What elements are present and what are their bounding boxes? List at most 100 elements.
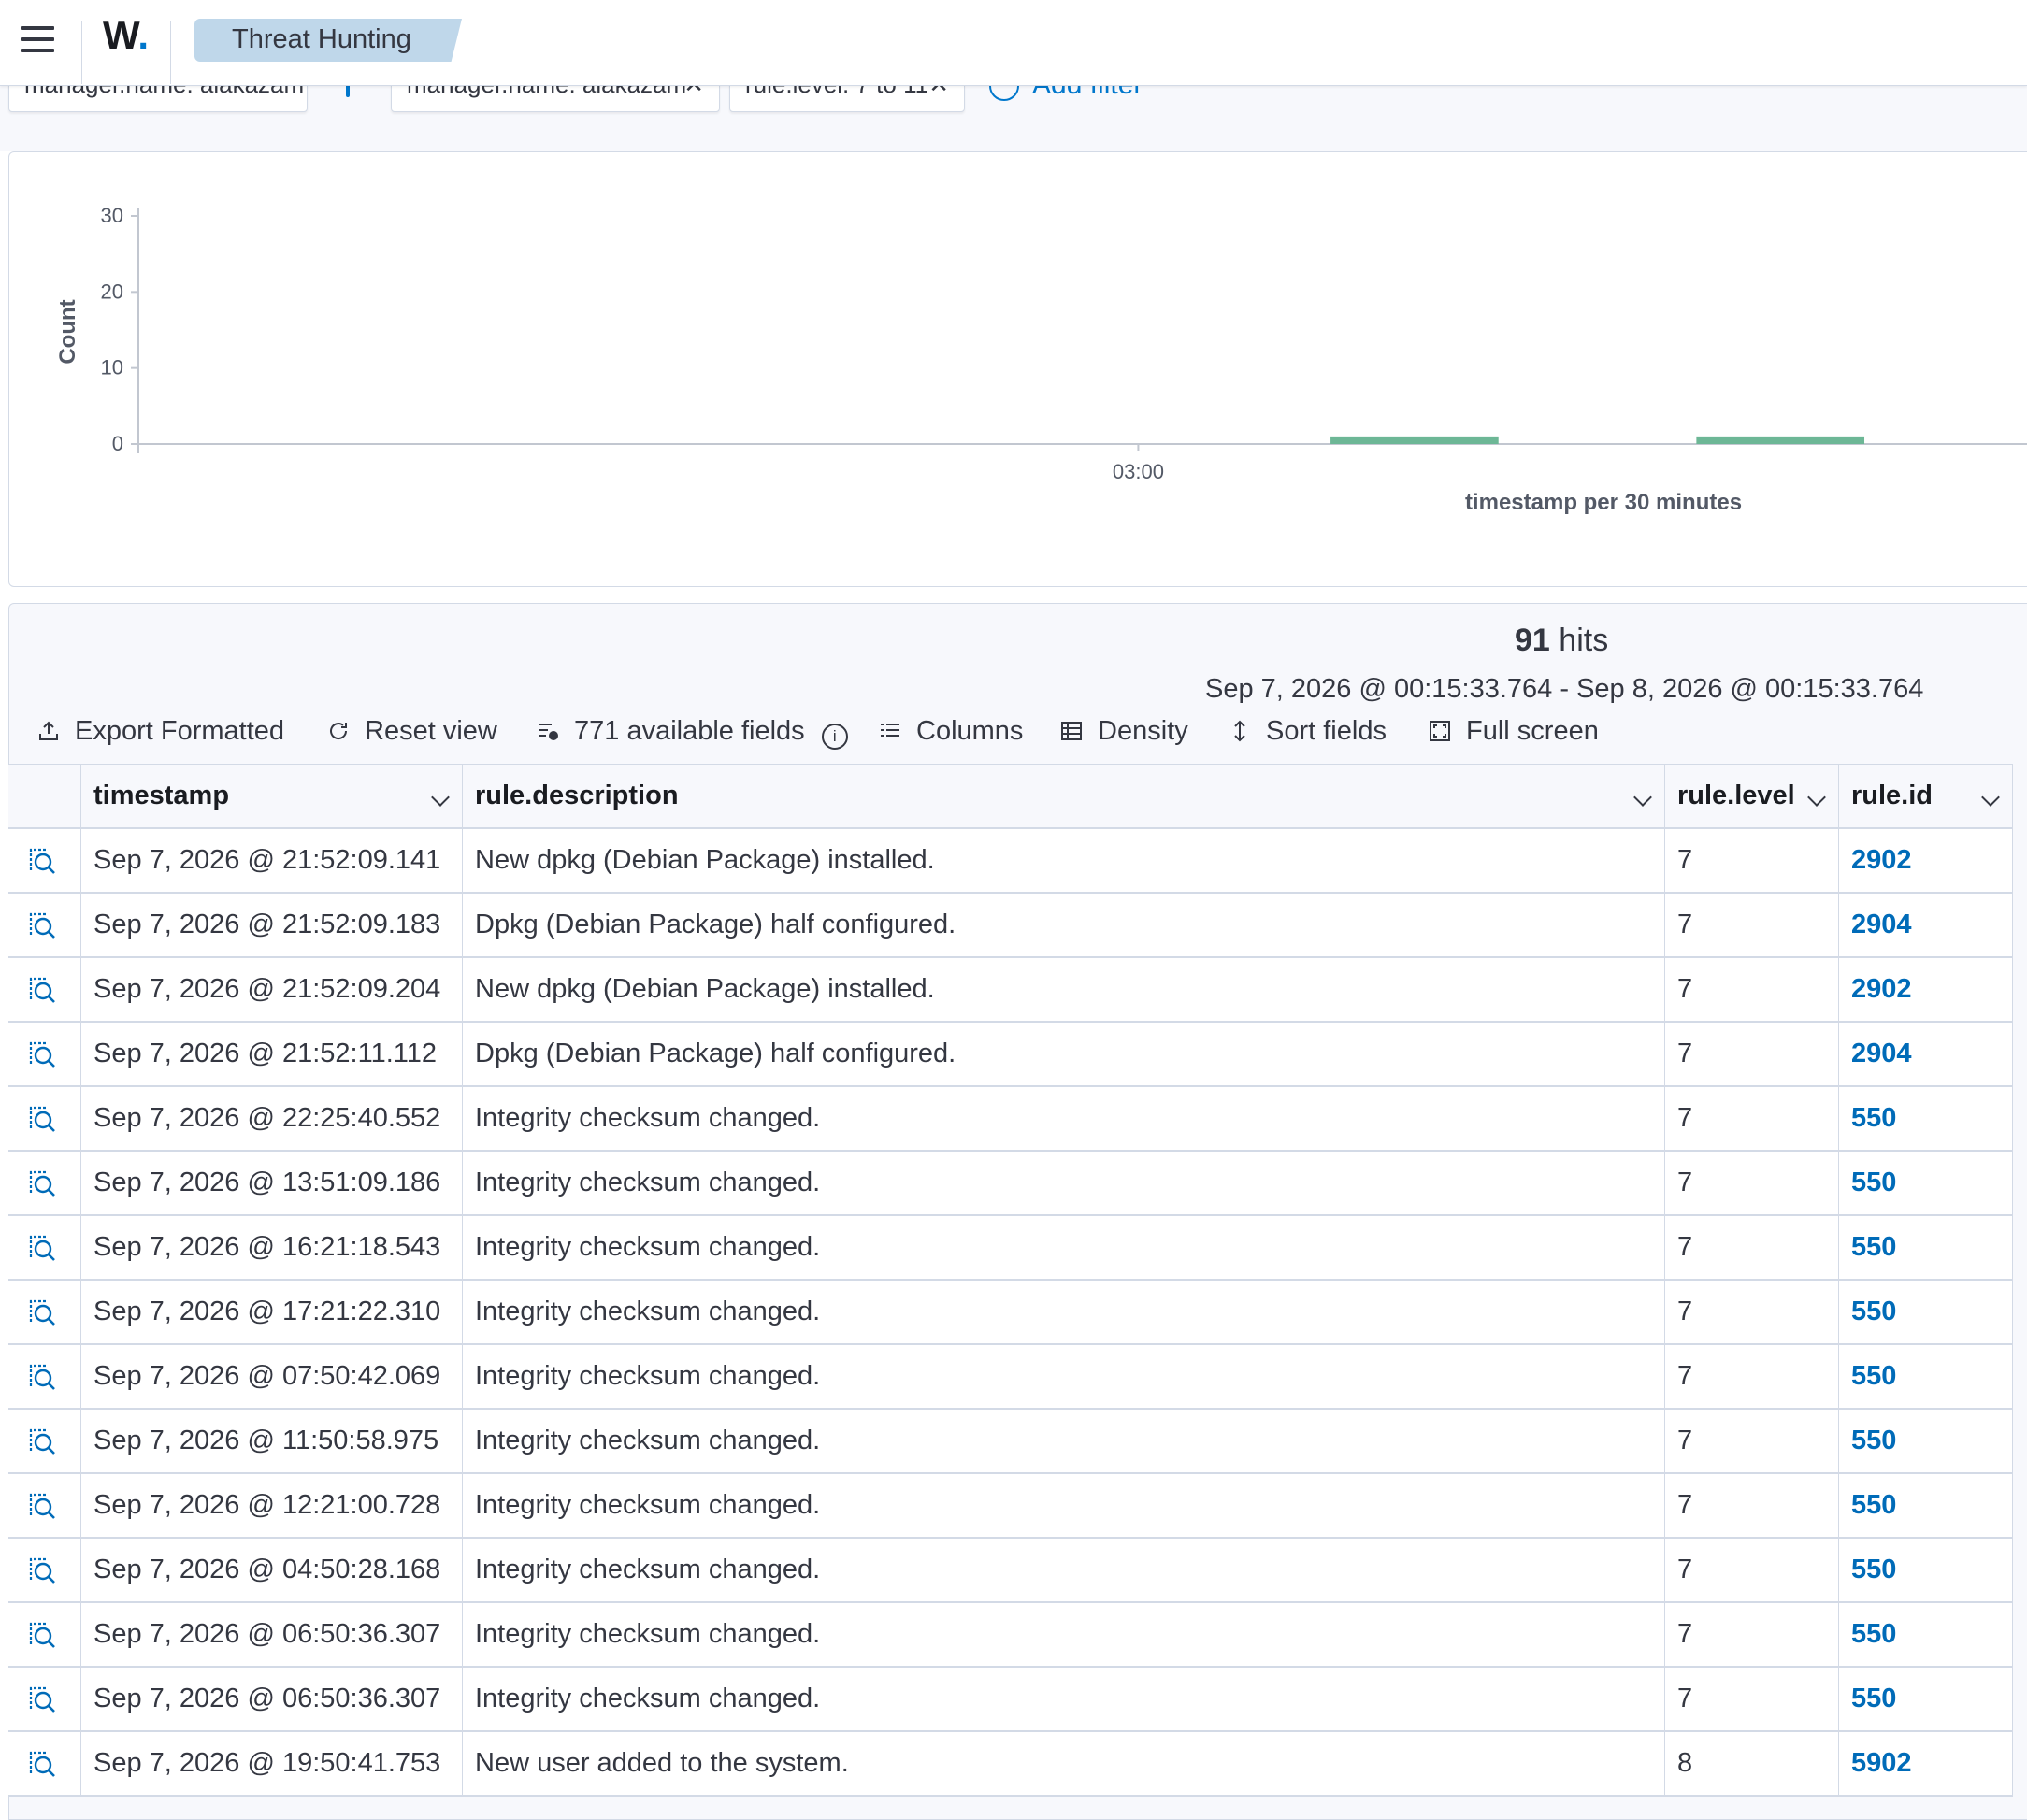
- table-row: Sep 7, 2026 @ 21:52:11.112 Dpkg (Debian P…: [8, 1023, 2013, 1087]
- table-header-row: timestamp rule.description rule.level ru…: [8, 765, 2013, 829]
- export-icon: [39, 721, 58, 740]
- histogram-chart: 010203003:0006:0009:0012:0015:00Counttim…: [55, 204, 2027, 515]
- inspect-document-icon[interactable]: [27, 910, 57, 940]
- inspect-document-icon[interactable]: [27, 1426, 57, 1456]
- inspect-document-icon[interactable]: [27, 1491, 57, 1521]
- inspect-document-icon[interactable]: [27, 1620, 57, 1650]
- chevron-down-icon[interactable]: [1633, 788, 1652, 807]
- column-header-rule-description[interactable]: rule.description: [463, 765, 1665, 827]
- cell-timestamp: Sep 7, 2026 @ 19:50:41.753: [81, 1732, 463, 1795]
- density-button[interactable]: Density: [1060, 716, 1188, 747]
- inspect-cell: [8, 1732, 81, 1795]
- header-spacer: [8, 765, 81, 827]
- cell-rule-description: Integrity checksum changed.: [463, 1281, 1665, 1343]
- inspect-document-icon[interactable]: [27, 1104, 57, 1134]
- cell-rule-level: 7: [1665, 894, 1839, 956]
- full-screen-button[interactable]: Full screen: [1429, 716, 1599, 747]
- inspect-cell: [8, 1152, 81, 1214]
- rule-id-link[interactable]: 550: [1839, 1152, 2013, 1214]
- rule-id-link[interactable]: 550: [1839, 1410, 2013, 1472]
- column-header-timestamp[interactable]: timestamp: [81, 765, 463, 827]
- cell-rule-level: 7: [1665, 1023, 1839, 1085]
- y-tick-label: 0: [112, 432, 123, 455]
- reset-view-button[interactable]: Reset view: [327, 716, 497, 747]
- top-header: W. Threat Hunting: [0, 0, 2027, 86]
- cell-rule-description: New dpkg (Debian Package) installed.: [463, 958, 1665, 1021]
- inspect-document-icon[interactable]: [27, 1233, 57, 1263]
- chevron-down-icon[interactable]: [1981, 788, 2000, 807]
- y-tick-label: 30: [101, 204, 123, 227]
- cell-rule-level: 8: [1665, 1732, 1839, 1795]
- list-icon: [881, 724, 899, 737]
- cell-rule-description: Integrity checksum changed.: [463, 1668, 1665, 1730]
- cell-rule-level: 7: [1665, 1281, 1839, 1343]
- rule-id-link[interactable]: 550: [1839, 1345, 2013, 1408]
- available-fields-button[interactable]: 771 available fields i: [537, 716, 848, 750]
- rule-id-link[interactable]: 5902: [1839, 1732, 2013, 1795]
- table-row: Sep 7, 2026 @ 06:50:36.307 Integrity chec…: [8, 1603, 2013, 1668]
- rule-id-link[interactable]: 550: [1839, 1539, 2013, 1601]
- inspect-document-icon[interactable]: [27, 1749, 57, 1779]
- breadcrumb-threat-hunting[interactable]: Threat Hunting: [194, 19, 462, 62]
- rule-id-link[interactable]: 2902: [1839, 958, 2013, 1021]
- inspect-cell: [8, 1603, 81, 1666]
- cell-rule-level: 7: [1665, 1216, 1839, 1279]
- cell-rule-level: 7: [1665, 1539, 1839, 1601]
- columns-button[interactable]: Columns: [879, 716, 1023, 747]
- menu-icon[interactable]: [21, 26, 54, 54]
- table-row: Sep 7, 2026 @ 04:50:28.168 Integrity chec…: [8, 1539, 2013, 1603]
- cell-rule-description: Integrity checksum changed.: [463, 1539, 1665, 1601]
- inspect-document-icon[interactable]: [27, 1168, 57, 1198]
- inspect-document-icon[interactable]: [27, 975, 57, 1005]
- inspect-document-icon[interactable]: [27, 1555, 57, 1585]
- column-header-rule-id[interactable]: rule.id: [1839, 765, 2013, 827]
- cell-rule-level: 7: [1665, 1474, 1839, 1537]
- cell-rule-level: 7: [1665, 1410, 1839, 1472]
- cell-rule-description: Dpkg (Debian Package) half configured.: [463, 894, 1665, 956]
- time-range: Sep 7, 2026 @ 00:15:33.764 - Sep 8, 2026…: [1205, 674, 1924, 704]
- cell-timestamp: Sep 7, 2026 @ 04:50:28.168: [81, 1539, 463, 1601]
- rule-id-link[interactable]: 2902: [1839, 829, 2013, 892]
- rule-id-link[interactable]: 2904: [1839, 894, 2013, 956]
- table-row: Sep 7, 2026 @ 21:52:09.141 New dpkg (Debi…: [8, 829, 2013, 894]
- rule-id-link[interactable]: 550: [1839, 1603, 2013, 1666]
- cell-rule-level: 7: [1665, 958, 1839, 1021]
- export-formatted-button[interactable]: Export Formatted: [37, 716, 284, 747]
- cell-timestamp: Sep 7, 2026 @ 07:50:42.069: [81, 1345, 463, 1408]
- fullscreen-icon: [1430, 721, 1450, 741]
- rule-id-link[interactable]: 550: [1839, 1281, 2013, 1343]
- rule-id-link[interactable]: 550: [1839, 1668, 2013, 1730]
- cell-rule-level: 7: [1665, 1152, 1839, 1214]
- cell-timestamp: Sep 7, 2026 @ 22:25:40.552: [81, 1087, 463, 1150]
- inspect-cell: [8, 1474, 81, 1537]
- rule-id-link[interactable]: 550: [1839, 1087, 2013, 1150]
- table-row: Sep 7, 2026 @ 11:50:58.975 Integrity chec…: [8, 1410, 2013, 1474]
- cell-rule-description: Dpkg (Debian Package) half configured.: [463, 1023, 1665, 1085]
- x-tick-label: 03:00: [1113, 460, 1164, 483]
- inspect-cell: [8, 1539, 81, 1601]
- app-logo[interactable]: W.: [103, 13, 149, 58]
- rule-id-link[interactable]: 2904: [1839, 1023, 2013, 1085]
- cell-rule-description: Integrity checksum changed.: [463, 1152, 1665, 1214]
- chevron-down-icon[interactable]: [1807, 788, 1826, 807]
- fields-icon: [539, 724, 558, 740]
- inspect-document-icon[interactable]: [27, 1362, 57, 1392]
- inspect-document-icon[interactable]: [27, 1684, 57, 1714]
- table-row: Sep 7, 2026 @ 21:52:09.183 Dpkg (Debian P…: [8, 894, 2013, 958]
- cell-rule-level: 7: [1665, 1087, 1839, 1150]
- rule-id-link[interactable]: 550: [1839, 1474, 2013, 1537]
- inspect-document-icon[interactable]: [27, 846, 57, 876]
- inspect-document-icon[interactable]: [27, 1039, 57, 1069]
- chevron-down-icon[interactable]: [431, 788, 450, 807]
- density-icon: [1061, 722, 1082, 740]
- y-axis-title: Count: [55, 299, 80, 364]
- inspect-document-icon[interactable]: [27, 1297, 57, 1327]
- inspect-cell: [8, 1023, 81, 1085]
- column-header-rule-level[interactable]: rule.level: [1665, 765, 1839, 827]
- cell-timestamp: Sep 7, 2026 @ 06:50:36.307: [81, 1603, 463, 1666]
- rule-id-link[interactable]: 550: [1839, 1216, 2013, 1279]
- inspect-cell: [8, 958, 81, 1021]
- cell-rule-description: Integrity checksum changed.: [463, 1410, 1665, 1472]
- table-row: Sep 7, 2026 @ 22:25:40.552 Integrity chec…: [8, 1087, 2013, 1152]
- sort-fields-button[interactable]: Sort fields: [1229, 716, 1387, 747]
